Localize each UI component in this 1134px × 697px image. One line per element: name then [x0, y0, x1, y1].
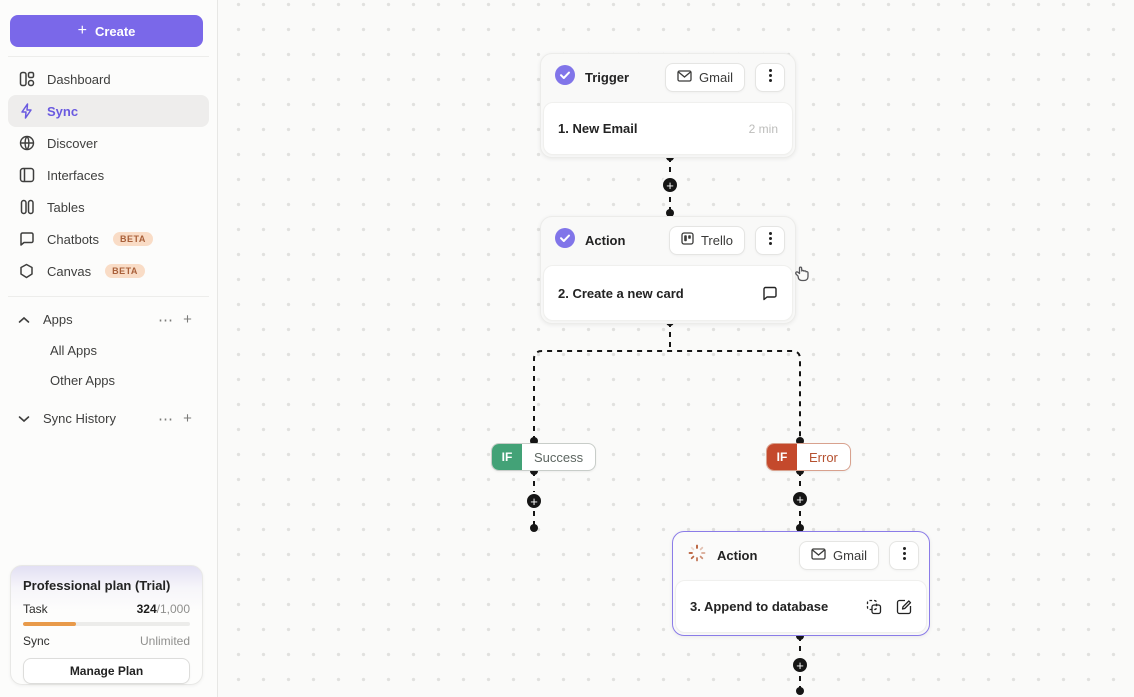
beta-badge: BETA — [105, 264, 145, 278]
sidebar-nav: Dashboard Sync Discover Interfaces Table… — [8, 63, 209, 287]
dashboard-icon — [18, 71, 35, 88]
trello-icon — [681, 232, 694, 248]
kebab-menu-icon — [902, 547, 906, 563]
node-type-label: Trigger — [585, 69, 630, 85]
app-button-gmail[interactable]: Gmail — [665, 62, 745, 92]
plan-card: Professional plan (Trial) Task 324/1,000… — [10, 565, 203, 685]
plan-title: Professional plan (Trial) — [23, 578, 171, 593]
sidebar-item-tables[interactable]: Tables — [8, 191, 209, 223]
node-step[interactable]: 1. New Email 2 min — [543, 102, 793, 155]
more-icon[interactable]: ⋯ — [155, 311, 177, 329]
node-action-trello[interactable]: Action Trello 2. Create a new card — [540, 216, 796, 324]
add-step-button[interactable]: + — [525, 492, 543, 510]
task-progress-fill — [23, 622, 77, 626]
step-label: 2. Create a new card — [558, 285, 684, 301]
branch-badge-success[interactable]: IF Success — [491, 443, 597, 471]
step-label: 3. Append to database — [690, 599, 829, 614]
node-menu-button[interactable] — [889, 540, 919, 570]
app-button-trello[interactable]: Trello — [668, 225, 745, 255]
branch-badge-error[interactable]: IF Error — [766, 443, 851, 471]
node-type-label: Action — [717, 547, 758, 563]
spinner-icon — [687, 543, 707, 568]
chat-icon — [18, 231, 35, 248]
sidebar-item-label: Discover — [47, 135, 98, 151]
add-icon[interactable]: + — [177, 311, 199, 328]
globe-icon — [18, 135, 35, 152]
sync-bolt-icon — [18, 103, 35, 120]
manage-plan-button[interactable]: Manage Plan — [23, 658, 190, 684]
app-button-label: Gmail — [833, 547, 867, 563]
kebab-menu-icon — [768, 232, 772, 248]
if-label: IF — [492, 444, 522, 470]
sidebar-item-label: Canvas — [47, 263, 92, 279]
sidebar-item-all-apps[interactable]: All Apps — [8, 335, 209, 365]
mouse-cursor-hand — [795, 266, 809, 282]
divider — [8, 56, 209, 57]
sidebar-item-label: Dashboard — [47, 71, 111, 87]
sidebar-item-label: Sync — [47, 103, 79, 119]
sidebar-item-label: All Apps — [50, 342, 97, 358]
sidebar-item-discover[interactable]: Discover — [8, 127, 209, 159]
sidebar-item-label: Interfaces — [47, 167, 105, 183]
app-button-label: Gmail — [699, 69, 733, 85]
sidebar: + Create Dashboard Sync Discover Interfa… — [0, 0, 218, 697]
sidebar-item-dashboard[interactable]: Dashboard — [8, 63, 209, 95]
add-step-button[interactable]: + — [661, 176, 679, 194]
chevron-down-icon — [18, 415, 31, 423]
add-icon[interactable]: + — [177, 410, 199, 427]
tables-icon — [18, 199, 35, 216]
comment-icon[interactable] — [762, 286, 778, 301]
add-step-button[interactable]: + — [791, 490, 809, 508]
node-menu-button[interactable] — [755, 225, 785, 255]
plus-icon: + — [77, 22, 87, 39]
sidebar-item-canvas[interactable]: Canvas BETA — [8, 255, 209, 287]
branch-condition-label: Error — [809, 449, 838, 465]
section-label: Sync History — [43, 411, 116, 426]
node-type-label: Action — [585, 232, 626, 248]
sync-label: Sync — [23, 634, 50, 648]
create-button-label: Create — [94, 23, 136, 39]
hexagon-icon — [18, 263, 35, 280]
kebab-menu-icon — [768, 69, 772, 85]
divider — [8, 296, 209, 297]
sidebar-item-other-apps[interactable]: Other Apps — [8, 365, 209, 395]
if-label: IF — [767, 444, 797, 470]
more-icon[interactable]: ⋯ — [155, 410, 177, 428]
interfaces-icon — [18, 167, 35, 184]
branch-condition-label: Success — [534, 449, 584, 465]
task-progress-bar — [23, 622, 190, 626]
edit-icon[interactable] — [896, 599, 912, 615]
sidebar-sections: Apps ⋯ + All Apps Other Apps Sync Histor… — [8, 304, 209, 434]
sidebar-item-interfaces[interactable]: Interfaces — [8, 159, 209, 191]
app-button-gmail[interactable]: Gmail — [799, 540, 879, 570]
step-duration: 2 min — [748, 121, 778, 136]
envelope-icon — [811, 547, 826, 563]
node-trigger[interactable]: Trigger Gmail 1. New Email 2 min — [540, 53, 796, 158]
node-menu-button[interactable] — [755, 62, 785, 92]
chevron-up-icon — [18, 316, 31, 324]
add-step-button[interactable]: + — [791, 656, 809, 674]
sidebar-item-sync[interactable]: Sync — [8, 95, 209, 127]
sidebar-item-label: Tables — [47, 199, 85, 215]
sidebar-item-label: Other Apps — [50, 372, 116, 388]
sidebar-item-label: Chatbots — [47, 231, 100, 247]
copy-icon[interactable] — [866, 599, 882, 615]
sidebar-item-chatbots[interactable]: Chatbots BETA — [8, 223, 209, 255]
section-label: Apps — [43, 312, 73, 327]
sync-value: Unlimited — [139, 634, 190, 648]
create-button[interactable]: + Create — [10, 15, 203, 47]
app-button-label: Trello — [700, 232, 733, 248]
envelope-icon — [677, 69, 692, 85]
node-action-gmail[interactable]: Action Gmail 3. Append to database — [672, 531, 930, 636]
task-label: Task — [23, 602, 48, 616]
check-circle-icon — [555, 227, 575, 253]
check-circle-icon — [555, 64, 575, 90]
beta-badge: BETA — [113, 232, 153, 246]
step-label: 1. New Email — [558, 121, 638, 136]
section-sync-history[interactable]: Sync History ⋯ + — [8, 403, 209, 434]
section-apps[interactable]: Apps ⋯ + — [8, 304, 209, 335]
node-step[interactable]: 2. Create a new card — [543, 265, 793, 321]
node-step[interactable]: 3. Append to database — [675, 580, 927, 633]
task-usage: 324/1,000 — [136, 602, 190, 616]
